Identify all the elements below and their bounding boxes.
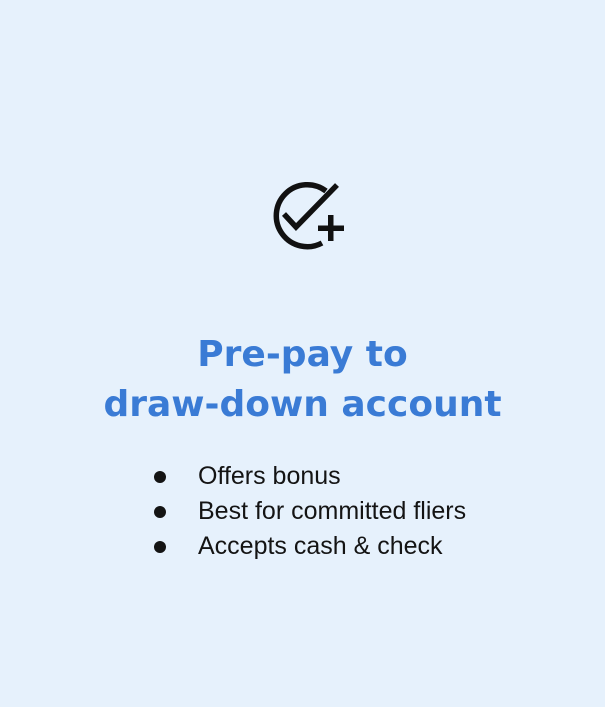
card-title-line2: draw-down account	[103, 384, 502, 425]
check-circle-plus-icon	[264, 173, 356, 253]
bullet-dot	[154, 506, 166, 518]
bullet-dot	[154, 471, 166, 483]
card-title-line1: Pre-pay to	[197, 334, 408, 375]
card-title: Pre-pay to draw-down account	[0, 330, 605, 430]
list-item: Offers bonus	[154, 459, 488, 494]
list-item-text: Best for committed fliers	[198, 497, 467, 525]
payment-option-card: Pre-pay to draw-down account Offers bonu…	[0, 0, 605, 707]
list-item: Accepts cash & check	[154, 529, 488, 564]
list-item-text: Offers bonus	[198, 462, 341, 490]
bullet-dot	[154, 541, 166, 553]
list-item-text: Accepts cash & check	[198, 532, 443, 560]
feature-list: Offers bonus Best for committed fliers A…	[154, 459, 488, 564]
list-item: Best for committed fliers	[154, 494, 488, 529]
